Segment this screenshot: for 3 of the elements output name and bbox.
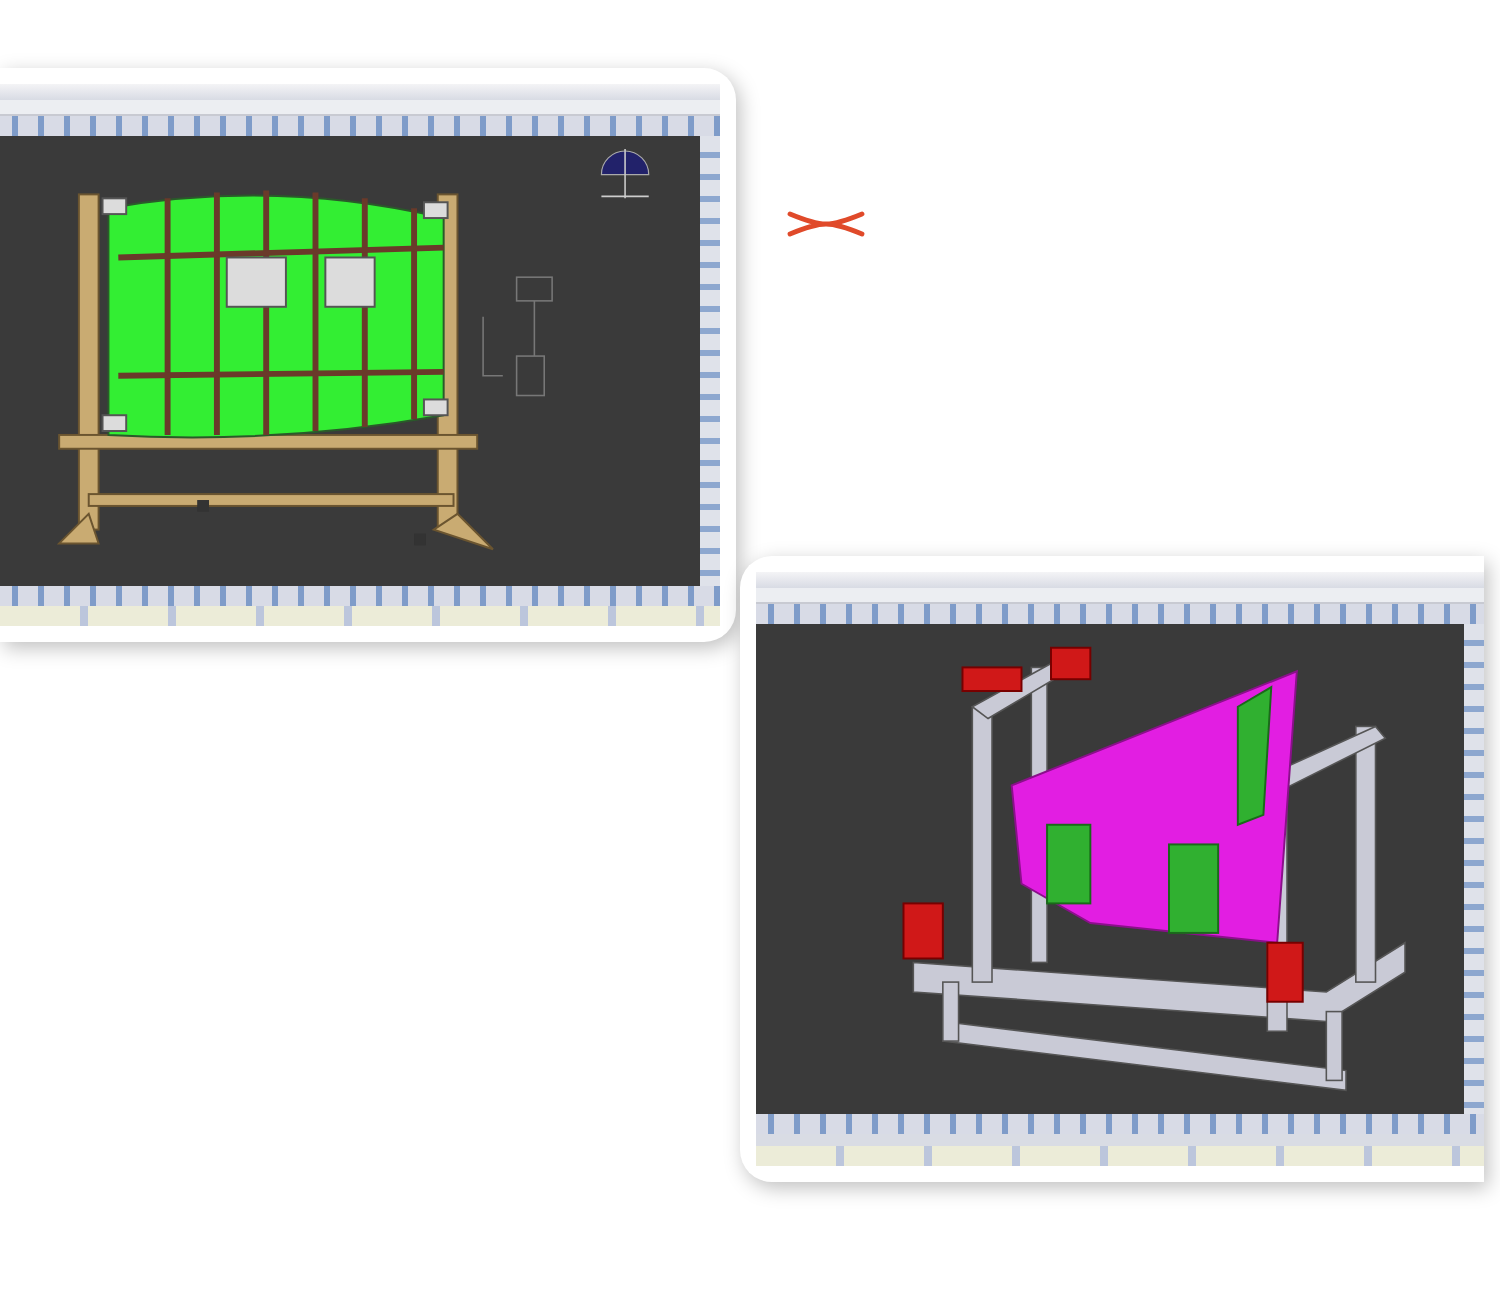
wireframe-sketch <box>482 276 553 397</box>
scissors-icon <box>786 208 866 240</box>
compass-icon <box>600 148 650 200</box>
